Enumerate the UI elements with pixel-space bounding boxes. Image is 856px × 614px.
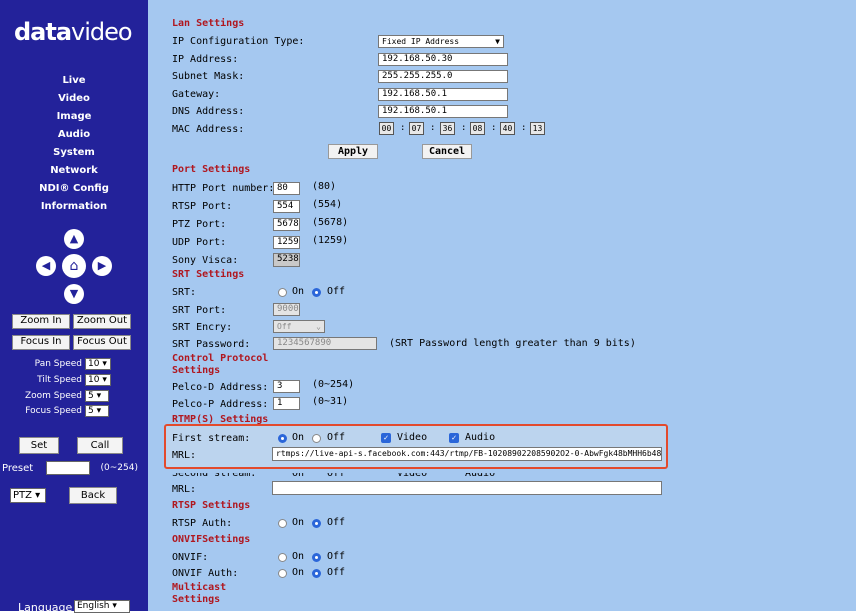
mac-octet-1[interactable]: 00 [379,122,394,135]
pelco-p-label: Pelco-P Address: [172,399,269,410]
sony-visca-input[interactable]: 52381 [273,253,300,267]
first-stream-off-radio[interactable] [312,434,321,443]
gateway-label: Gateway: [172,89,221,100]
first-stream-label: First stream: [172,433,251,444]
onvif-auth-on-label: On [292,567,305,578]
rtsp-port-default: (554) [312,199,343,210]
srt-encry-label: SRT Encry: [172,322,233,333]
mrl2-input[interactable] [272,481,662,495]
ip-config-type-select[interactable]: Fixed IP Address ▼ [378,35,504,48]
http-port-input[interactable]: 80 [273,182,300,195]
pelco-p-range: (0~31) [312,396,349,407]
chevron-down-icon: ⌄ [316,322,321,331]
first-stream-video-label: Video [397,432,428,443]
http-port-default: (80) [312,181,337,192]
first-stream-video-checkbox[interactable]: ✓ [381,433,391,443]
onvif-auth-on-radio[interactable] [278,569,287,578]
second-stream-label: Second stream: [172,468,257,479]
srt-off-radio[interactable] [312,288,321,297]
onvif-on-radio[interactable] [278,553,287,562]
rtsp-auth-off-label: Off [327,517,346,528]
onvif-auth-off-radio[interactable] [312,569,321,578]
mac-separator: : [491,123,497,133]
srt-on-radio[interactable] [278,288,287,297]
srt-encry-select[interactable]: Off ⌄ [273,320,325,333]
apply-button[interactable]: Apply [328,144,378,159]
port-settings-title: Port Settings [172,164,251,175]
lan-settings-title: Lan Settings [172,18,245,29]
chevron-down-icon: ▼ [495,37,500,46]
second-stream-audio-label: Audio [465,468,496,479]
onvif-off-radio[interactable] [312,553,321,562]
ptz-port-input[interactable]: 5678 [273,218,300,231]
multicast-settings-title: Multicast Settings [172,582,227,605]
srt-label: SRT: [172,287,197,298]
mac-octet-3[interactable]: 36 [440,122,455,135]
pelco-d-input[interactable]: 3 [273,380,300,393]
pelco-p-input[interactable]: 1 [273,397,300,410]
onvif-off-label: Off [327,551,346,562]
ip-address-input[interactable]: 192.168.50.30 [378,53,508,66]
subnet-mask-label: Subnet Mask: [172,71,245,82]
first-stream-audio-checkbox[interactable]: ✓ [449,433,459,443]
rtsp-port-label: RTSP Port: [172,201,233,212]
srt-password-input[interactable]: 1234567890 [273,337,377,350]
mac-octet-2[interactable]: 07 [409,122,424,135]
subnet-mask-input[interactable]: 255.255.255.0 [378,70,508,83]
first-stream-audio-label: Audio [465,432,496,443]
srt-on-label: On [292,286,305,297]
srt-port-label: SRT Port: [172,305,227,316]
ip-address-label: IP Address: [172,54,239,65]
onvif-label: ONVIF: [172,552,209,563]
rtsp-auth-label: RTSP Auth: [172,518,233,529]
srt-password-hint: (SRT Password length greater than 9 bits… [389,338,636,349]
udp-port-default: (1259) [312,235,349,246]
onvif-auth-off-label: Off [327,567,346,578]
control-protocol-title: Control Protocol Settings [172,353,269,376]
mrl-label: MRL: [172,450,197,461]
mac-octet-5[interactable]: 40 [500,122,515,135]
second-stream-off-label: Off [327,468,346,479]
dns-address-label: DNS Address: [172,106,245,117]
first-stream-off-label: Off [327,432,346,443]
ptz-port-default: (5678) [312,217,349,228]
cancel-button[interactable]: Cancel [422,144,472,159]
srt-settings-title: SRT Settings [172,269,245,280]
first-stream-on-label: On [292,432,305,443]
onvif-settings-title: ONVIFSettings [172,534,251,545]
first-stream-on-radio[interactable] [278,434,287,443]
udp-port-label: UDP Port: [172,237,227,248]
dns-address-input[interactable]: 192.168.50.1 [378,105,508,118]
mrl2-label: MRL: [172,484,197,495]
srt-port-input[interactable]: 9000 [273,303,300,316]
onvif-auth-label: ONVIF Auth: [172,568,239,579]
mac-address-label: MAC Address: [172,124,245,135]
ptz-port-label: PTZ Port: [172,219,227,230]
srt-off-label: Off [327,286,346,297]
rtsp-settings-title: RTSP Settings [172,500,251,511]
rtsp-auth-off-radio[interactable] [312,519,321,528]
second-stream-on-label: On [292,468,305,479]
mac-separator: : [400,123,406,133]
mac-separator: : [461,123,467,133]
gateway-input[interactable]: 192.168.50.1 [378,88,508,101]
mac-separator: : [521,123,527,133]
srt-password-label: SRT Password: [172,339,251,350]
rtsp-auth-on-radio[interactable] [278,519,287,528]
pelco-d-label: Pelco-D Address: [172,382,269,393]
rtsp-auth-on-label: On [292,517,305,528]
http-port-label: HTTP Port number: [172,183,275,194]
udp-port-input[interactable]: 1259 [273,236,300,249]
mrl-input[interactable]: rtmps://live-api-s.facebook.com:443/rtmp… [272,447,662,461]
sony-visca-label: Sony Visca: [172,255,239,266]
rtsp-port-input[interactable]: 554 [273,200,300,213]
mac-octet-4[interactable]: 08 [470,122,485,135]
ip-config-type-label: IP Configuration Type: [172,36,305,47]
second-stream-video-label: Video [397,468,428,479]
onvif-on-label: On [292,551,305,562]
pelco-d-range: (0~254) [312,379,355,390]
mac-separator: : [430,123,436,133]
mac-octet-6[interactable]: 13 [530,122,545,135]
